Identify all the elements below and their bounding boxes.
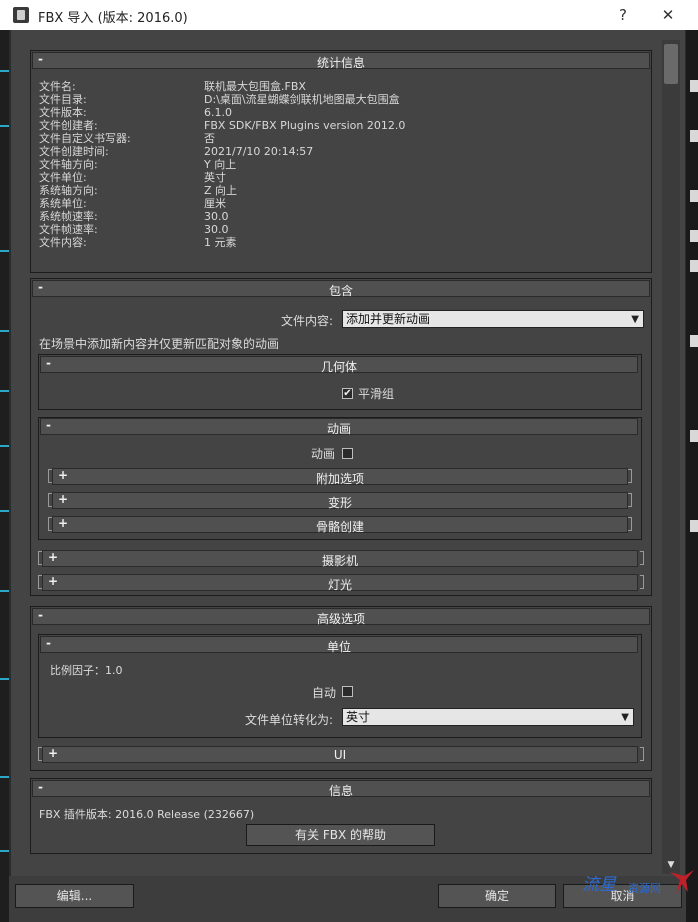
extra-options-title: 附加选项	[315, 472, 364, 486]
animation-label: 动画	[311, 447, 336, 461]
stat-value: 30.0	[204, 223, 229, 236]
stat-label: 文件创建时间:	[39, 145, 109, 158]
advanced-title: 高级选项	[316, 612, 365, 626]
title-bar: FBX 导入 (版本: 2016.0) ? ✕	[0, 0, 698, 30]
stat-value: Y 向上	[204, 158, 237, 171]
watermark-figure-icon	[670, 870, 694, 894]
watermark-sub: 资源网	[628, 882, 661, 895]
units-rollout-header[interactable]: - 单位	[40, 636, 638, 654]
bone-creation-title: 骨骼创建	[315, 520, 364, 534]
animation-rollout-header[interactable]: - 动画	[40, 418, 638, 436]
stat-value: Z 向上	[204, 184, 238, 197]
geometry-title: 几何体	[320, 360, 357, 374]
deformation-title: 变形	[327, 496, 352, 510]
chevron-down-icon: ▼	[631, 314, 639, 325]
stats-panel	[30, 50, 652, 273]
fbx-help-button[interactable]: 有关 FBX 的帮助	[246, 824, 435, 846]
stat-value: 1 元素	[204, 236, 237, 249]
file-content-label: 文件内容:	[281, 314, 334, 328]
info-rollout-header[interactable]: - 信息	[32, 780, 650, 798]
extra-options-rollout-header[interactable]: + 附加选项	[52, 468, 628, 486]
camera-rollout-header[interactable]: + 摄影机	[42, 550, 638, 568]
chevron-down-icon: ▼	[621, 712, 629, 723]
stat-label: 系统帧速率:	[39, 210, 98, 223]
stat-value: 30.0	[204, 210, 229, 223]
stat-label: 文件创建者:	[39, 119, 98, 132]
stat-label: 文件名:	[39, 80, 76, 93]
stat-label: 文件自定义书写器:	[39, 132, 131, 145]
auto-label: 自动	[312, 686, 337, 700]
watermark-logo: 流星	[582, 875, 616, 895]
cancel-button[interactable]: 取消	[563, 884, 682, 908]
stat-value: 英寸	[204, 171, 226, 184]
ok-button[interactable]: 确定	[438, 884, 556, 908]
plugin-version: FBX 插件版本: 2016.0 Release (232667)	[39, 808, 255, 821]
convert-units-label: 文件单位转化为:	[245, 713, 334, 727]
background-left-strip	[0, 30, 9, 922]
camera-title: 摄影机	[321, 554, 358, 568]
file-content-dropdown[interactable]: 添加并更新动画 ▼	[342, 310, 644, 328]
ui-title: UI	[333, 748, 347, 762]
scrollbar-thumb[interactable]	[664, 44, 678, 84]
scale-factor-label: 比例因子：1.0	[50, 664, 123, 677]
light-rollout-header[interactable]: + 灯光	[42, 574, 638, 592]
stat-label: 系统轴方向:	[39, 184, 98, 197]
units-title: 单位	[326, 640, 351, 654]
geometry-rollout-header[interactable]: - 几何体	[40, 356, 638, 374]
include-title: 包含	[328, 284, 353, 298]
info-title: 信息	[328, 784, 353, 798]
include-description: 在场景中添加新内容并仅更新匹配对象的动画	[39, 337, 280, 351]
bracket	[640, 575, 644, 589]
stat-value: 否	[204, 132, 215, 145]
stat-label: 文件版本:	[39, 106, 87, 119]
stat-value: 厘米	[204, 197, 226, 210]
stat-label: 文件内容:	[39, 236, 87, 249]
stat-value: D:\桌面\流星蝴蝶剑联机地图最大包围盒	[204, 93, 400, 106]
stat-label: 文件帧速率:	[39, 223, 98, 236]
animation-title: 动画	[326, 422, 351, 436]
stat-value: 6.1.0	[204, 106, 232, 119]
bracket	[640, 747, 644, 761]
window-title: FBX 导入 (版本: 2016.0)	[38, 11, 188, 26]
bracket	[628, 517, 632, 531]
bracket	[640, 551, 644, 565]
bracket	[628, 493, 632, 507]
bracket	[628, 469, 632, 483]
bone-creation-rollout-header[interactable]: + 骨骼创建	[52, 516, 628, 534]
stat-value: FBX SDK/FBX Plugins version 2012.0	[204, 119, 406, 132]
ui-rollout-header[interactable]: + UI	[42, 746, 638, 763]
stat-label: 文件目录:	[39, 93, 87, 106]
advanced-rollout-header[interactable]: - 高级选项	[32, 608, 650, 626]
stat-value: 2021/7/10 20:14:57	[204, 145, 314, 158]
file-content-value: 添加并更新动画	[346, 312, 431, 326]
stat-label: 文件单位:	[39, 171, 87, 184]
animation-checkbox[interactable]	[342, 448, 353, 459]
include-rollout-header[interactable]: - 包含	[32, 280, 650, 298]
stat-value: 联机最大包围盒.FBX	[204, 80, 306, 93]
stats-rollout-header[interactable]: - 统计信息	[32, 52, 650, 70]
stat-label: 文件轴方向:	[39, 158, 98, 171]
light-title: 灯光	[327, 578, 352, 592]
smoothing-groups-checkbox[interactable]: ✔	[342, 388, 353, 399]
app-icon	[13, 7, 29, 23]
stats-title: 统计信息	[316, 56, 365, 70]
deformation-rollout-header[interactable]: + 变形	[52, 492, 628, 510]
smoothing-groups-label: 平滑组	[358, 387, 395, 401]
edit-button[interactable]: 编辑...	[15, 884, 134, 908]
scrollbar[interactable]	[662, 40, 680, 874]
background-right-strip	[686, 30, 698, 922]
close-button[interactable]: ✕	[656, 4, 680, 26]
stat-label: 系统单位:	[39, 197, 87, 210]
convert-units-dropdown[interactable]: 英寸 ▼	[342, 708, 634, 726]
help-button[interactable]: ?	[611, 4, 635, 26]
convert-units-value: 英寸	[346, 710, 371, 724]
auto-checkbox[interactable]	[342, 686, 353, 697]
